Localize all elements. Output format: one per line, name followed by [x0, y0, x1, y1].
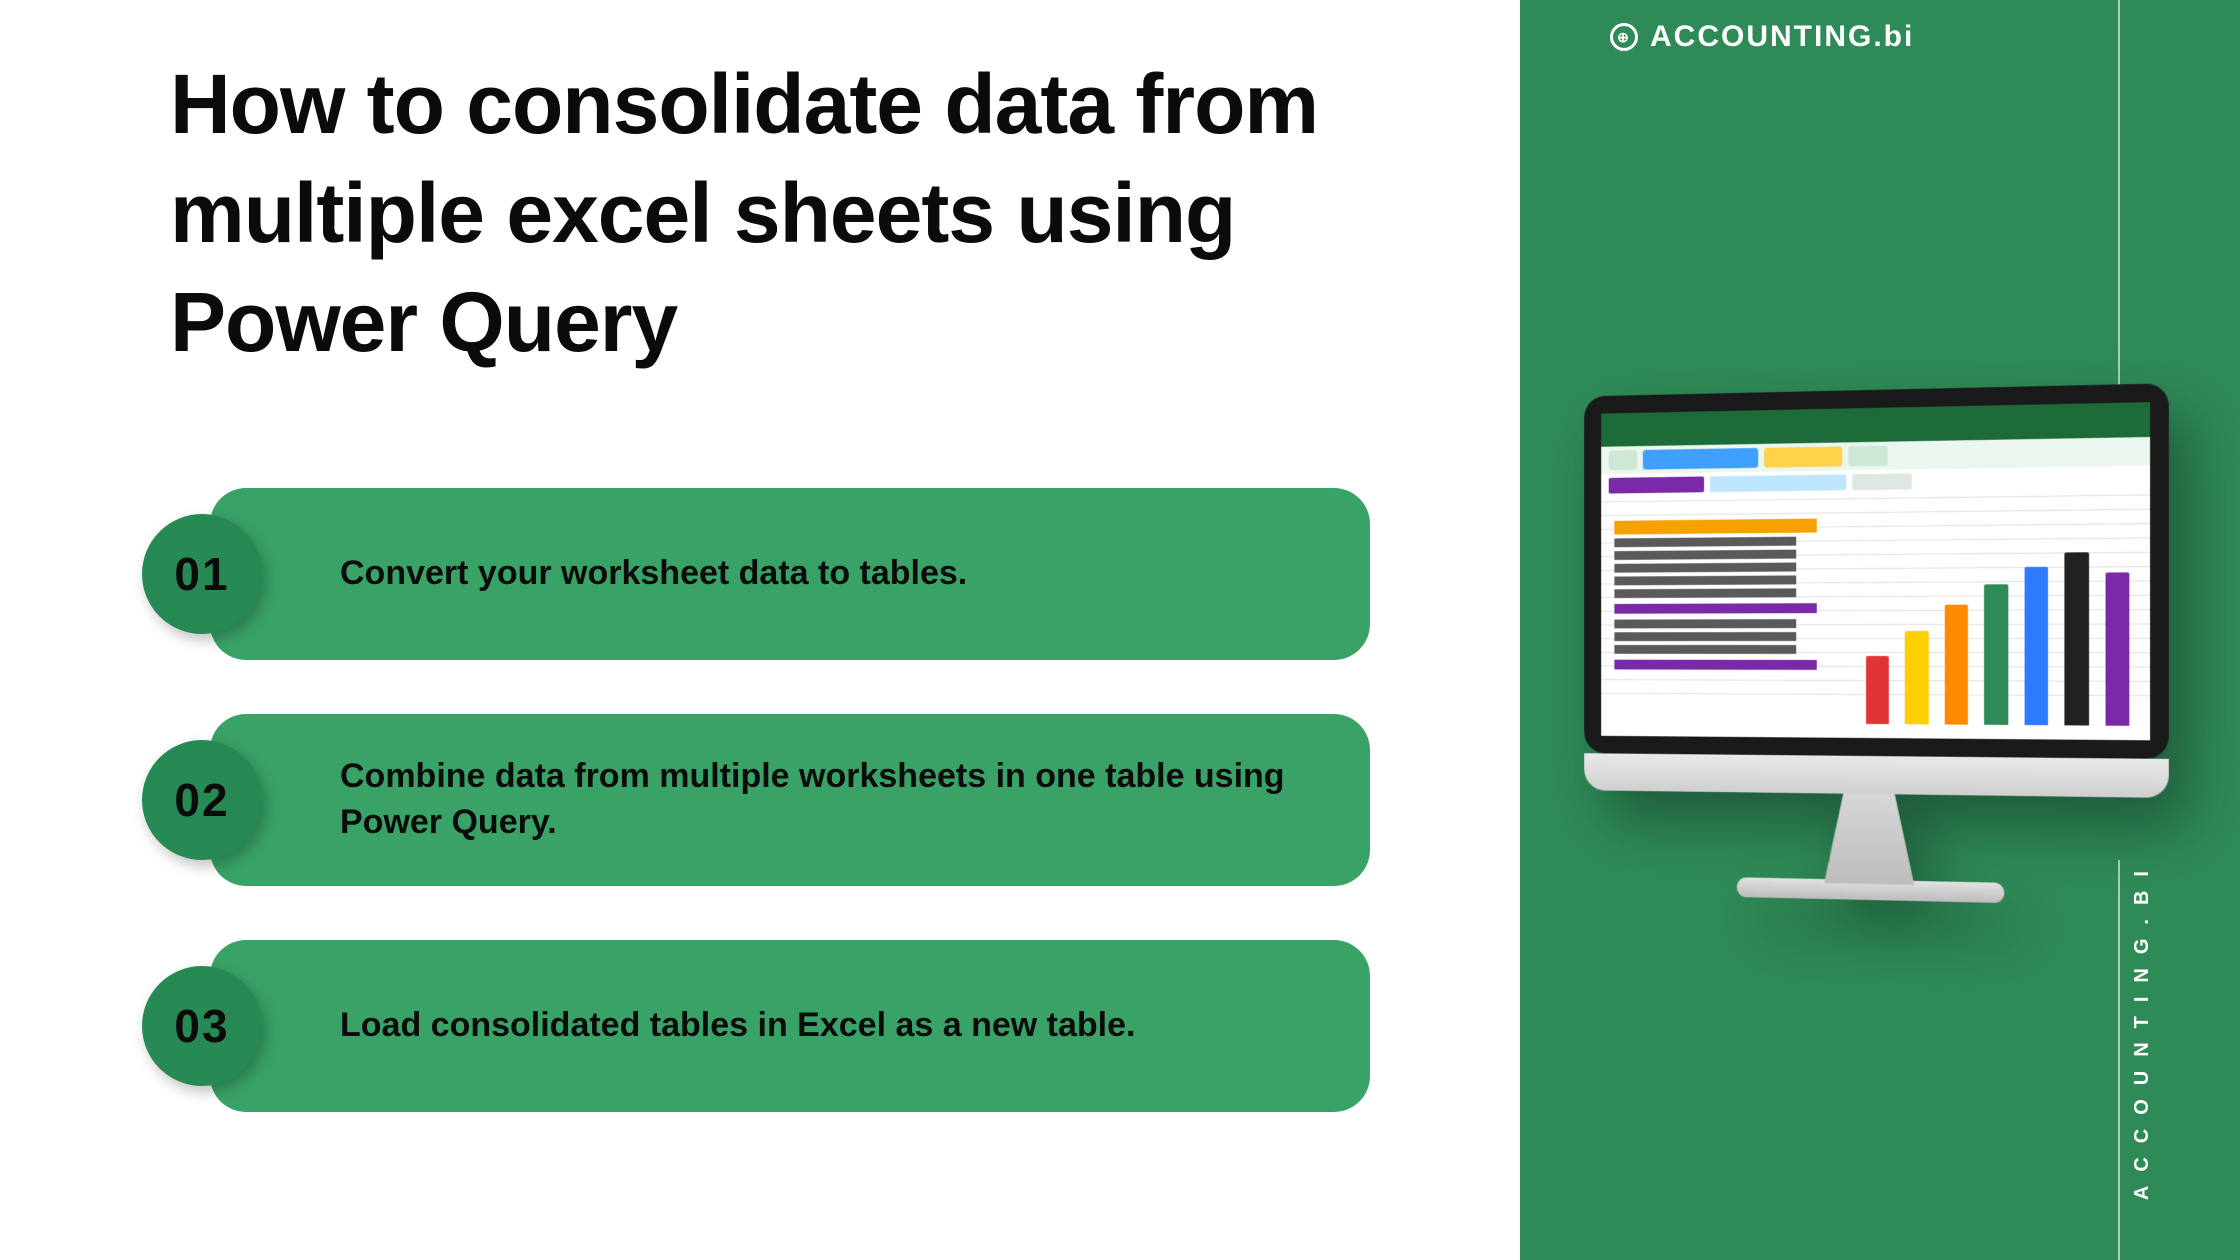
steps-list: 01 Convert your worksheet data to tables… [170, 488, 1370, 1112]
step-item-2: 02 Combine data from multiple worksheets… [170, 714, 1370, 886]
monitor-illustration [1584, 383, 2169, 906]
step-number: 01 [174, 547, 229, 601]
step-number-badge: 02 [142, 740, 262, 860]
monitor-stand [1805, 793, 1934, 885]
decorative-line-bottom [2118, 860, 2120, 1260]
monitor-bezel [1584, 383, 2169, 759]
excel-data-rows [1614, 519, 1816, 676]
step-pill: Combine data from multiple worksheets in… [210, 714, 1370, 886]
excel-subbar [1601, 470, 2150, 494]
page-title: How to consolidate data from multiple ex… [170, 50, 1370, 378]
step-number-badge: 03 [142, 966, 262, 1086]
step-pill: Convert your worksheet data to tables. [210, 488, 1370, 660]
step-pill: Load consolidated tables in Excel as a n… [210, 940, 1370, 1112]
vertical-brand-text: ACCOUNTING.BI [2131, 857, 2154, 1200]
step-number-badge: 01 [142, 514, 262, 634]
main-content: How to consolidate data from multiple ex… [0, 0, 1520, 1260]
monitor-screen [1601, 402, 2150, 740]
step-text: Combine data from multiple worksheets in… [340, 754, 1310, 846]
monitor-chin [1584, 753, 2169, 798]
sidebar-panel: ⊕ ACCOUNTING.bi ACCOUNTING.BI [1520, 0, 2240, 1260]
excel-sheet [1601, 494, 2150, 740]
decorative-line-top [2118, 0, 2120, 400]
step-item-1: 01 Convert your worksheet data to tables… [170, 488, 1370, 660]
logo-text: ACCOUNTING.bi [1650, 20, 1914, 54]
step-number: 02 [174, 773, 229, 827]
step-text: Convert your worksheet data to tables. [340, 551, 967, 597]
step-text: Load consolidated tables in Excel as a n… [340, 1003, 1135, 1049]
excel-bar-chart-icon [1866, 552, 2129, 726]
brand-logo: ⊕ ACCOUNTING.bi [1610, 20, 1914, 54]
step-number: 03 [174, 999, 229, 1053]
logo-icon: ⊕ [1610, 23, 1638, 51]
step-item-3: 03 Load consolidated tables in Excel as … [170, 940, 1370, 1112]
